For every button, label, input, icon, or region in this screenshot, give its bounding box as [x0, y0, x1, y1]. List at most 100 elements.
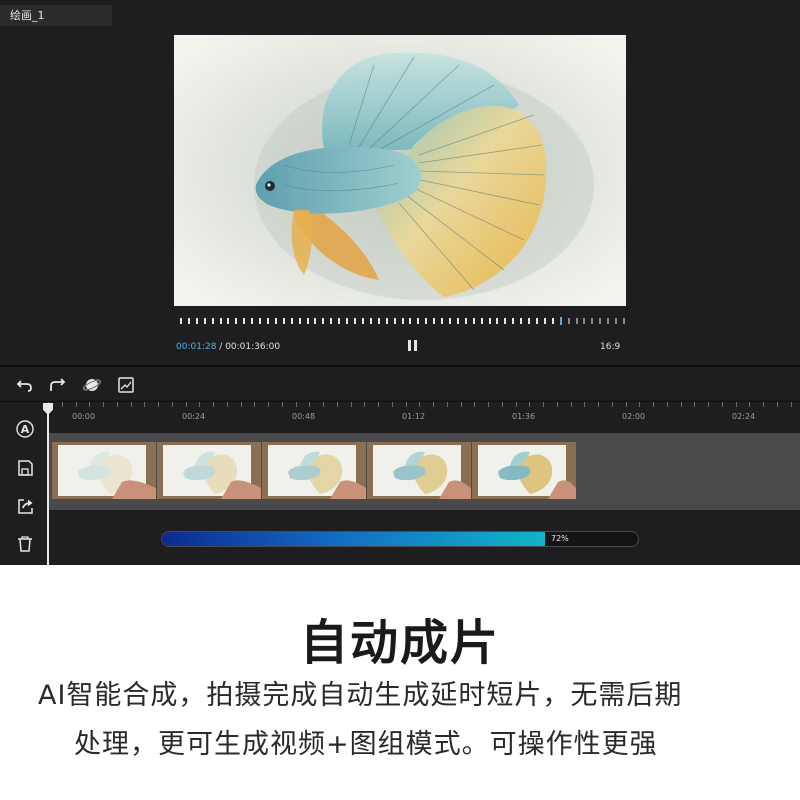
ruler-tick — [777, 402, 778, 407]
scrubber-tick — [591, 318, 593, 324]
scrubber-tick — [465, 318, 467, 324]
timeline-clip[interactable] — [262, 442, 366, 499]
ruler-tick — [76, 402, 77, 407]
effects-button[interactable] — [82, 375, 102, 395]
scrubber-tick — [449, 318, 451, 324]
scrubber-tick — [623, 318, 625, 324]
ai-icon: A — [16, 420, 34, 438]
render-progress-bar: 72% — [161, 531, 639, 547]
scrubber-tick — [394, 318, 396, 324]
redo-button[interactable] — [47, 375, 67, 395]
ruler-tick — [241, 402, 242, 407]
scrubber-tick — [560, 317, 562, 325]
scrubber-tick — [512, 318, 514, 324]
timeline-clip[interactable] — [367, 442, 471, 499]
save-icon — [18, 460, 33, 476]
scrubber-tick — [489, 318, 491, 324]
scrubber-tick — [338, 318, 340, 324]
undo-icon — [16, 380, 32, 392]
export-button[interactable] — [14, 495, 36, 517]
scrubber-tick — [504, 318, 506, 324]
ai-button[interactable]: A — [14, 418, 36, 440]
image-icon — [118, 377, 134, 393]
scrubber[interactable] — [180, 317, 625, 326]
export-icon — [18, 499, 33, 514]
scrubber-tick — [386, 318, 388, 324]
scrubber-tick — [299, 318, 301, 324]
render-progress-fill — [162, 532, 545, 546]
scrubber-tick — [354, 318, 356, 324]
ruler-tick — [722, 402, 723, 407]
ruler-label: 02:24 — [732, 412, 756, 421]
clip-thumbnail — [262, 442, 366, 499]
betta-fish-painting — [174, 35, 626, 306]
ruler-tick — [571, 402, 572, 407]
ruler-tick — [309, 402, 310, 407]
scrubber-tick — [322, 318, 324, 324]
timeline-clip[interactable] — [472, 442, 576, 499]
timeline-clip[interactable] — [52, 442, 156, 499]
ruler-tick — [694, 402, 695, 407]
scrubber-tick — [433, 318, 435, 324]
scrubber-tick — [583, 318, 585, 324]
scrubber-tick — [346, 318, 348, 324]
ruler-label: 01:12 — [402, 412, 426, 421]
scrubber-tick — [275, 318, 277, 324]
svg-text:A: A — [21, 423, 30, 436]
scrubber-tick — [378, 318, 380, 324]
redo-icon — [50, 378, 66, 391]
undo-button[interactable] — [15, 375, 35, 395]
scrubber-tick — [220, 318, 222, 324]
ruler-tick — [199, 402, 200, 407]
panel-divider — [0, 365, 800, 367]
video-preview[interactable] — [174, 35, 626, 306]
ruler-tick — [488, 402, 489, 407]
pause-button[interactable] — [407, 340, 419, 352]
promo-description-line-1: AI智能合成，拍摄完成自动生成延时短片，无需后期 — [38, 680, 683, 711]
scrubber-tick — [607, 318, 609, 324]
editor-app: 绘画_1 00:01:28 / 00:01:36:00 16:9 A 00:00… — [0, 0, 800, 565]
scrubber-tick — [576, 318, 578, 324]
ruler-tick — [296, 402, 297, 407]
image-button[interactable] — [116, 375, 136, 395]
ruler-tick — [254, 402, 255, 407]
ruler-tick — [474, 402, 475, 407]
scrubber-tick — [481, 318, 483, 324]
current-time: 00:01:28 — [176, 342, 217, 352]
ruler-tick — [364, 402, 365, 407]
delete-button[interactable] — [14, 533, 36, 555]
ruler-tick — [502, 402, 503, 407]
ruler-tick — [543, 402, 544, 407]
scrubber-tick — [314, 318, 316, 324]
scrubber-tick — [417, 318, 419, 324]
scrubber-tick — [291, 318, 293, 324]
project-tab[interactable]: 绘画_1 — [0, 5, 112, 26]
ruler-tick — [186, 402, 187, 407]
trash-icon — [18, 536, 32, 552]
ruler-tick — [227, 402, 228, 407]
scrubber-tick — [370, 318, 372, 324]
ruler-tick — [791, 402, 792, 407]
aspect-ratio-button[interactable]: 16:9 — [600, 342, 620, 352]
ruler-tick — [461, 402, 462, 407]
playhead[interactable] — [47, 403, 49, 565]
ruler-tick — [681, 402, 682, 407]
ruler-tick — [749, 402, 750, 407]
ruler-tick — [62, 402, 63, 407]
ruler-label: 01:36 — [512, 412, 536, 421]
ruler-tick — [337, 402, 338, 407]
ruler-label: 02:00 — [622, 412, 646, 421]
save-button[interactable] — [14, 457, 36, 479]
ruler-tick — [708, 402, 709, 407]
timeline-clip[interactable] — [157, 442, 261, 499]
ruler-label: 00:48 — [292, 412, 316, 421]
ruler-tick — [433, 402, 434, 407]
clip-thumbnail — [367, 442, 471, 499]
scrubber-tick — [496, 318, 498, 324]
timeline-ruler[interactable]: 00:00 00:24 00:48 01:12 01:36 02:00 02:24 — [48, 402, 800, 432]
clip-thumbnail — [472, 442, 576, 499]
pause-icon — [408, 340, 411, 351]
scrubber-tick — [425, 318, 427, 324]
render-progress-label: 72% — [551, 534, 569, 543]
scrubber-tick — [409, 318, 411, 324]
